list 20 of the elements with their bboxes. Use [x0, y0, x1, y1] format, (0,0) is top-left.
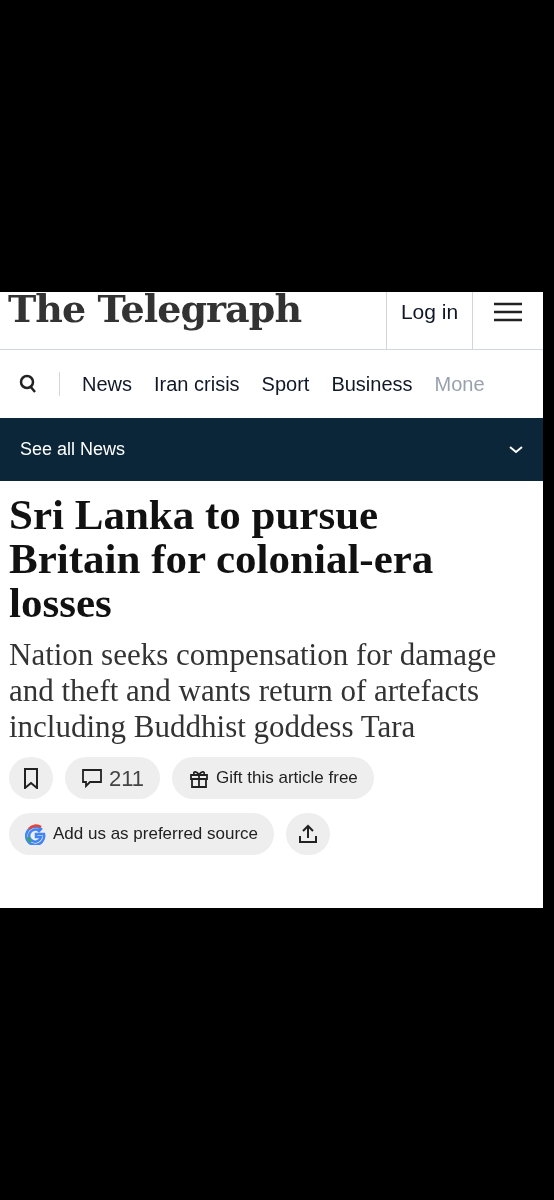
nav-link[interactable]: Business	[331, 369, 413, 399]
bookmark-button[interactable]	[9, 757, 53, 799]
share-button[interactable]	[286, 813, 331, 855]
standfirst: Nation seeks compensation for damage and theft and wants return of artefacts including Buddhist goddess Tara	[9, 637, 498, 745]
comment-icon	[81, 767, 103, 789]
chevron-down-icon	[509, 445, 523, 454]
section-bar[interactable]: See all News	[0, 418, 543, 481]
nav-link[interactable]: Sport	[261, 369, 310, 399]
preferred-source-button[interactable]: Add us as preferred source	[9, 813, 275, 855]
nav-link[interactable]: Iran crisis	[154, 369, 240, 399]
section-label: See all News	[20, 438, 126, 461]
logo[interactable]: The Telegraph	[8, 292, 386, 337]
login-link[interactable]: Log in	[386, 292, 472, 349]
nav-link[interactable]: News	[82, 369, 132, 399]
headline: Sri Lanka to pursue Britain for colonial-era losses	[9, 493, 435, 625]
gift-button[interactable]: Gift this article free	[172, 757, 374, 799]
search-icon[interactable]	[19, 374, 37, 394]
share-icon	[297, 823, 320, 845]
comments-button[interactable]: 211	[65, 757, 161, 799]
google-icon	[25, 823, 47, 845]
